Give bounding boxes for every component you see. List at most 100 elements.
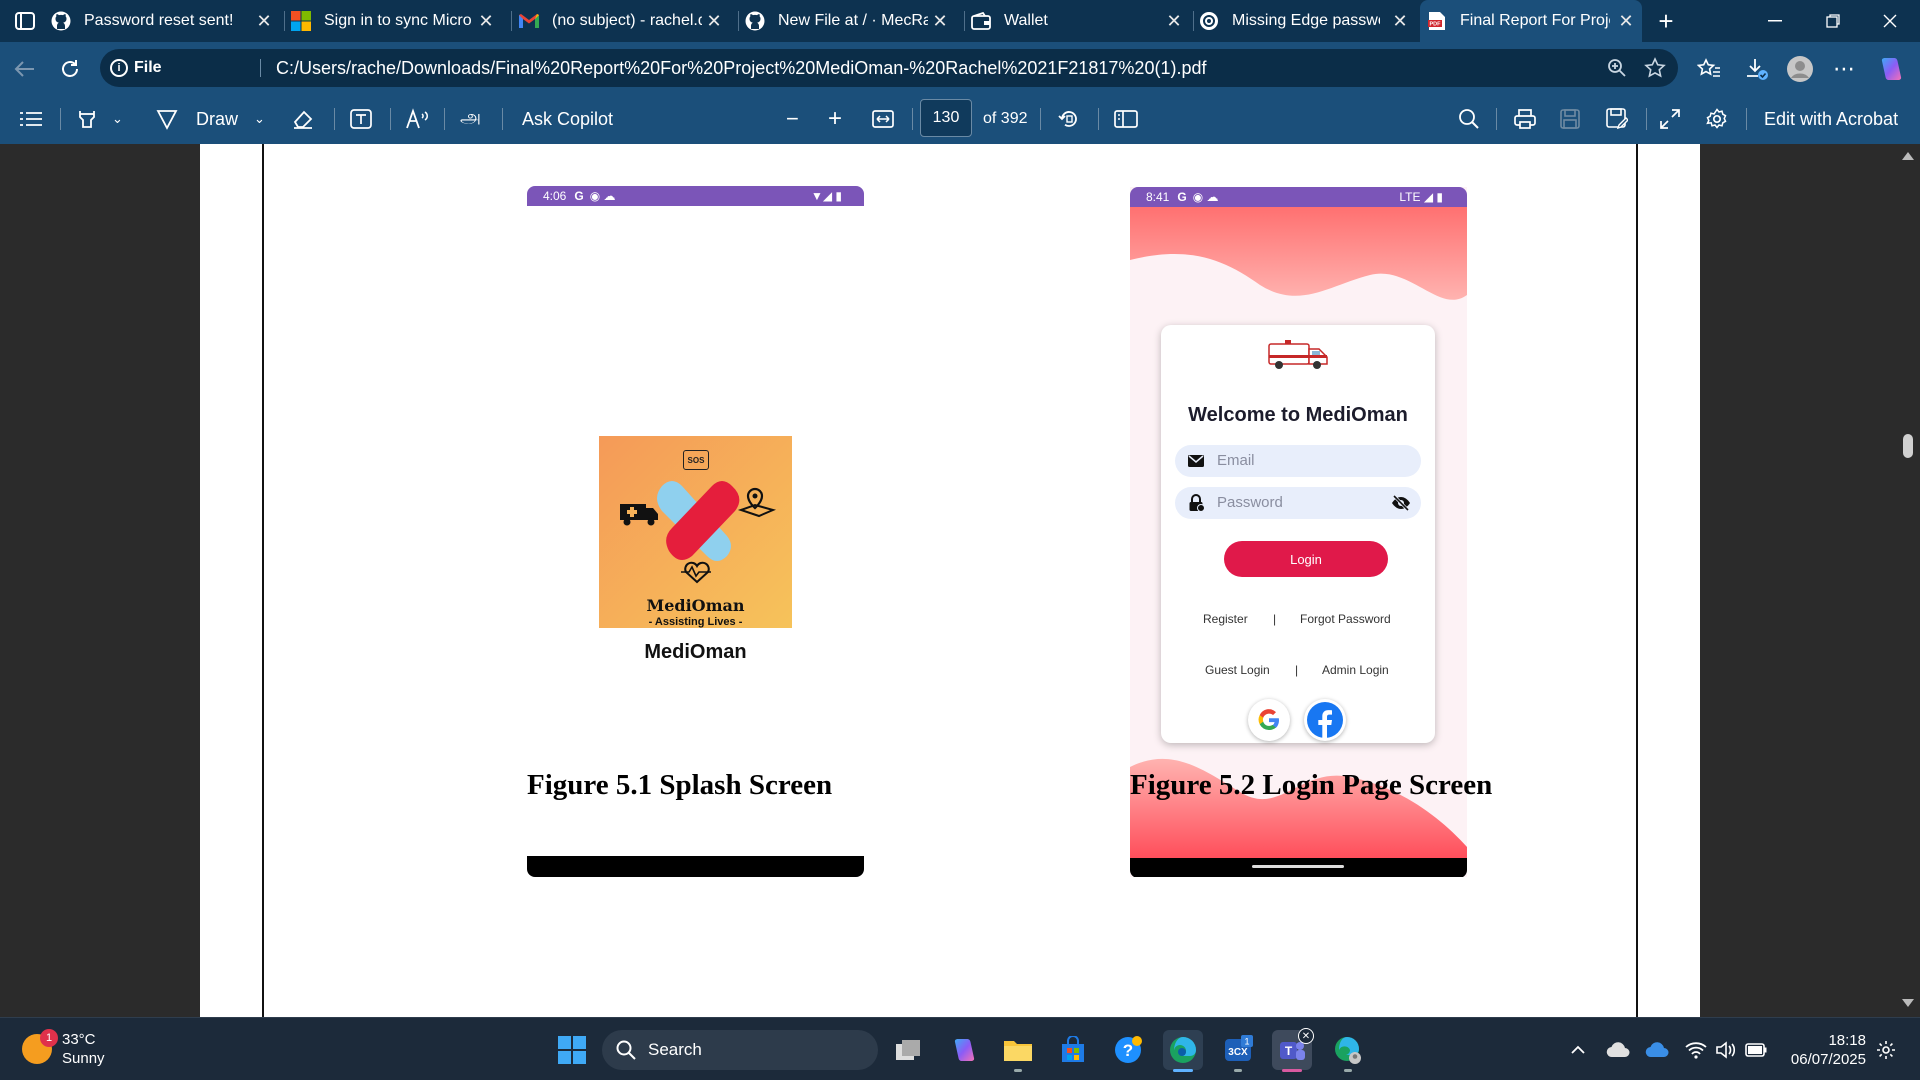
notification-settings-icon[interactable] [1874, 1038, 1898, 1062]
scroll-up-arrow-icon[interactable] [1902, 152, 1914, 160]
edge-profile-icon[interactable] [1328, 1030, 1368, 1072]
text-box-icon[interactable] [350, 94, 372, 144]
onedrive-business-icon[interactable] [1645, 1038, 1669, 1062]
teams-close-badge[interactable]: ✕ [1298, 1028, 1314, 1044]
tab-github-password-reset[interactable]: Password reset sent! · G ✕ [50, 0, 280, 42]
favorite-star-icon[interactable] [1643, 56, 1667, 80]
save-as-icon[interactable] [1606, 94, 1628, 144]
close-tab-icon[interactable]: ✕ [704, 11, 724, 31]
highlight-icon[interactable] [76, 94, 98, 144]
sun-icon: 1 [22, 1029, 58, 1064]
profile-avatar[interactable] [1785, 54, 1815, 84]
edit-with-acrobat-button[interactable]: Edit with Acrobat [1764, 94, 1898, 144]
file-explorer-icon[interactable] [998, 1030, 1038, 1072]
more-options-icon[interactable]: ⋯ [1829, 54, 1859, 84]
vertical-scrollbar[interactable] [1895, 144, 1920, 1017]
close-tab-icon[interactable]: ✕ [1616, 11, 1636, 31]
eraser-icon[interactable] [292, 94, 314, 144]
refresh-button[interactable] [56, 55, 84, 83]
fit-to-width-icon[interactable] [872, 94, 894, 144]
downloads-icon[interactable] [1742, 54, 1772, 84]
microsoft-store-icon[interactable] [1053, 1030, 1093, 1070]
close-tab-icon[interactable]: ✕ [930, 11, 950, 31]
url-text[interactable]: C:/Users/rache/Downloads/Final%20Report%… [276, 58, 1206, 79]
tab-wallet[interactable]: Wallet ✕ [970, 0, 1190, 42]
minimize-button[interactable] [1755, 4, 1795, 38]
rotate-icon[interactable] [1058, 94, 1080, 144]
tab-title: New File at / · MecRach [778, 12, 928, 29]
close-tab-icon[interactable]: ✕ [1164, 11, 1184, 31]
admin-login-link[interactable]: Admin Login [1322, 663, 1389, 677]
email-field[interactable]: Email [1175, 445, 1421, 477]
close-tab-icon[interactable]: ✕ [1390, 11, 1410, 31]
onedrive-personal-icon[interactable] [1606, 1038, 1630, 1062]
facebook-login-button[interactable] [1304, 699, 1346, 741]
get-help-icon[interactable]: ? [1108, 1030, 1148, 1070]
register-link[interactable]: Register [1203, 612, 1248, 626]
login-button[interactable]: Login [1224, 541, 1388, 577]
lock-icon [1189, 494, 1205, 512]
heartbeat-icon [681, 561, 711, 584]
taskbar-search-box[interactable]: Search [602, 1030, 878, 1070]
show-hidden-icons-chevron-icon[interactable] [1566, 1038, 1590, 1062]
draw-icon[interactable] [156, 94, 178, 144]
address-bar[interactable]: i File C:/Users/rache/Downloads/Final%20… [100, 49, 1678, 87]
pdf-viewer[interactable]: 4:06 G ◉ ☁ ▼◢ ▮ SOS MediOman - Assisting… [0, 144, 1920, 1017]
restore-button[interactable] [1813, 4, 1853, 38]
close-window-button[interactable] [1870, 4, 1910, 38]
close-tab-icon[interactable]: ✕ [254, 11, 274, 31]
tab-microsoft-sync[interactable]: Sign in to sync Microso ✕ [290, 0, 502, 42]
copilot-icon[interactable] [1876, 54, 1906, 84]
volume-icon[interactable] [1714, 1038, 1738, 1062]
pdf-settings-gear-icon[interactable] [1706, 94, 1728, 144]
guest-login-link[interactable]: Guest Login [1205, 663, 1270, 677]
full-screen-icon[interactable] [1660, 94, 1680, 144]
eye-off-icon[interactable] [1391, 494, 1411, 512]
zoom-in-button[interactable]: + [828, 94, 842, 144]
edge-browser-icon[interactable] [1163, 1030, 1203, 1072]
tab-github-new-file[interactable]: New File at / · MecRach ✕ [744, 0, 956, 42]
battery-icon[interactable] [1744, 1038, 1768, 1062]
new-tab-button[interactable]: + [1652, 6, 1680, 36]
scrollbar-thumb[interactable] [1903, 434, 1913, 458]
task-view-icon[interactable] [888, 1030, 928, 1070]
close-tab-icon[interactable]: ✕ [476, 11, 496, 31]
link-divider: | [1295, 663, 1299, 677]
draw-button[interactable]: Draw [196, 94, 238, 144]
scroll-down-arrow-icon[interactable] [1902, 999, 1914, 1007]
tab-gmail[interactable]: (no subject) - rachel.ds ✕ [518, 0, 730, 42]
taskbar-clock[interactable]: 18:18 06/07/2025 [1786, 1031, 1866, 1069]
password-field[interactable]: Password [1175, 487, 1421, 519]
page-number-input[interactable]: 130 [920, 99, 972, 137]
3cx-app-icon[interactable]: 3CX 1 [1218, 1030, 1258, 1072]
copilot-app-icon[interactable] [944, 1030, 984, 1070]
ask-copilot-button[interactable]: Ask Copilot [522, 94, 613, 144]
translate-icon[interactable]: அ [460, 94, 481, 144]
wifi-icon[interactable] [1684, 1038, 1708, 1062]
start-button[interactable] [552, 1030, 592, 1070]
teams-app-icon[interactable]: T ✕ [1272, 1028, 1314, 1072]
site-info-chip[interactable]: i File [110, 56, 162, 80]
find-search-icon[interactable] [1458, 94, 1480, 144]
zoom-out-button[interactable]: − [786, 94, 799, 144]
forgot-password-link[interactable]: Forgot Password [1300, 612, 1391, 626]
phone-bottom-bar [1130, 858, 1467, 877]
favorites-icon[interactable] [1694, 54, 1724, 84]
page-view-icon[interactable] [1114, 94, 1138, 144]
tab-actions-icon[interactable] [11, 9, 39, 33]
weather-widget[interactable]: 1 33°C Sunny [22, 1029, 105, 1068]
highlight-dropdown-icon[interactable]: ⌄ [112, 94, 123, 144]
status-time: 4:06 [543, 189, 567, 203]
google-login-button[interactable] [1248, 699, 1290, 741]
print-icon[interactable] [1514, 94, 1536, 144]
contents-list-icon[interactable] [20, 94, 42, 144]
draw-dropdown-icon[interactable]: ⌄ [254, 94, 265, 144]
read-aloud-icon[interactable] [406, 94, 430, 144]
bottom-wave-decoration [1130, 758, 1467, 859]
tab-edge-passwords[interactable]: Missing Edge passwo ✕ [1198, 0, 1416, 42]
tab-final-report-pdf[interactable]: PDF Final Report For Projec ✕ [1420, 0, 1642, 42]
zoom-icon[interactable] [1605, 56, 1629, 80]
tab-title: Final Report For Projec [1460, 12, 1610, 29]
back-button[interactable] [10, 55, 38, 83]
microsoft-icon [290, 10, 312, 32]
